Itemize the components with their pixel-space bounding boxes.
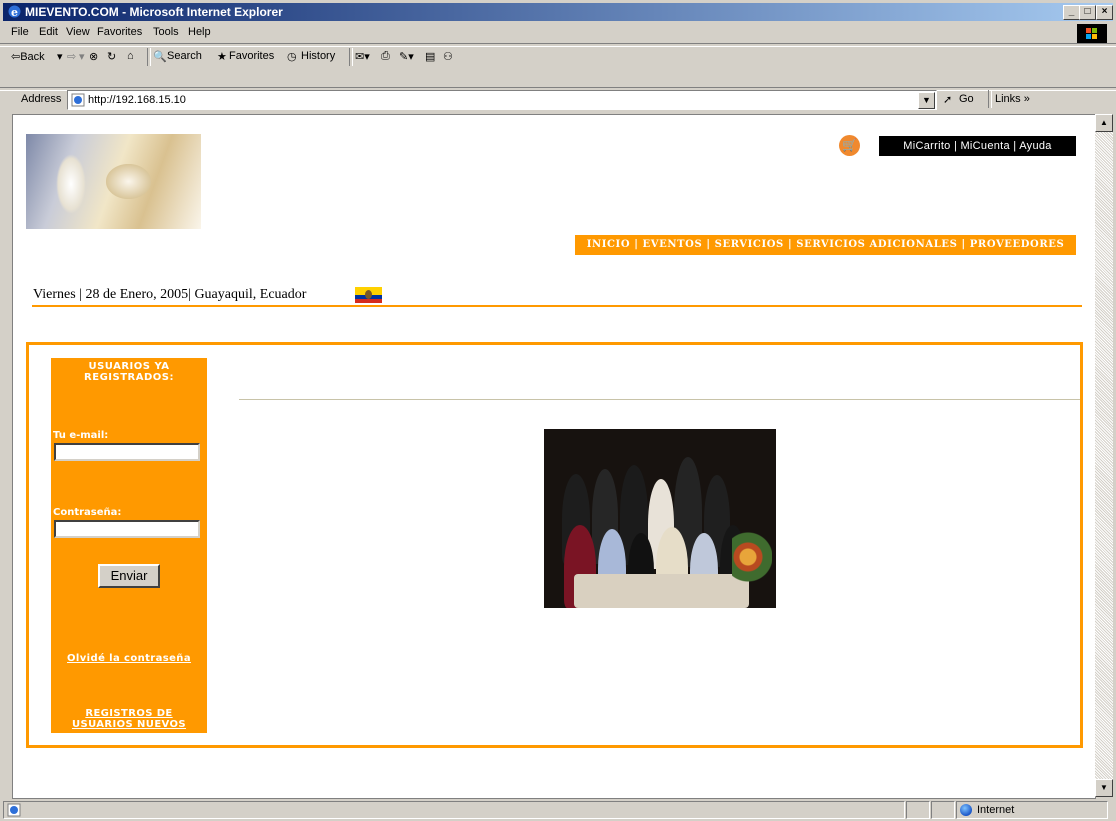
submit-button[interactable]: Enviar [98,564,160,588]
scroll-down-icon[interactable]: ▼ [1095,779,1113,797]
menu-bar: File Edit View Favorites Tools Help [3,23,1113,44]
login-title-line1: USUARIOS YA [88,361,170,372]
menu-edit[interactable]: Edit [39,26,58,38]
event-photo [544,429,776,608]
email-label: Tu e-mail: [53,430,109,441]
windows-logo-icon [1077,24,1107,44]
header-divider [32,305,1082,307]
address-label: Address [21,93,62,105]
close-button[interactable]: × [1096,5,1113,20]
favorites-icon[interactable]: ★ [217,50,227,63]
page-viewport: 🛒 MiCarrito | MiCuenta | Ayuda INICIO | … [12,114,1096,799]
account-links[interactable]: MiCarrito | MiCuenta | Ayuda [879,136,1076,156]
login-sidebar: USUARIOS YA REGISTRADOS: Tu e-mail: Cont… [51,358,207,733]
password-field[interactable] [54,520,200,538]
email-field[interactable] [54,443,200,461]
forward-dropdown-icon[interactable]: ▾ [79,50,85,63]
security-zone-panel: Internet [956,801,1108,819]
site-logo-image [26,134,201,229]
content-divider [239,399,1080,400]
address-dropdown-icon[interactable]: ▼ [918,92,935,109]
login-title: USUARIOS YA REGISTRADOS: [51,361,207,383]
scroll-up-icon[interactable]: ▲ [1095,114,1113,132]
register-link-line2[interactable]: USUARIOS NUEVOS [51,719,207,730]
ecuador-flag-icon [355,287,382,303]
browser-window: e MIEVENTO.COM - Microsoft Internet Expl… [0,0,1116,821]
status-panel [906,801,930,819]
go-button[interactable]: Go [959,93,974,105]
history-icon[interactable]: ◷ [287,50,297,63]
globe-icon [960,804,972,816]
security-zone: Internet [977,804,1015,816]
favorites-button[interactable]: Favorites [229,50,274,62]
messenger-icon[interactable]: ⚇ [443,50,453,63]
page-icon [71,93,85,107]
search-button[interactable]: Search [167,50,202,62]
window-title: MIEVENTO.COM - Microsoft Internet Explor… [25,5,283,19]
back-button[interactable]: ⇦Back [11,50,45,63]
maximize-button[interactable]: □ [1079,5,1096,20]
refresh-icon[interactable]: ↻ [107,50,116,63]
address-input[interactable]: http://192.168.15.10 ▼ [67,90,937,110]
register-link-line1[interactable]: REGISTROS DE [51,708,207,719]
status-bar: Internet [3,800,1113,819]
status-panel [931,801,955,819]
vertical-scrollbar[interactable]: ▲ ▼ [1095,114,1113,797]
address-separator [988,90,992,108]
register-link[interactable]: REGISTROS DE USUARIOS NUEVOS [51,708,207,730]
links-button[interactable]: Links » [995,93,1030,105]
login-title-line2: REGISTRADOS: [84,372,174,383]
home-icon[interactable]: ⌂ [127,50,134,62]
search-icon[interactable]: 🔍 [153,50,167,63]
date-location: Viernes | 28 de Enero, 2005| Guayaquil, … [33,287,307,302]
password-label: Contraseña: [53,507,122,518]
ie-logo-icon: e [8,5,21,19]
menu-favorites[interactable]: Favorites [97,26,142,38]
minimize-button[interactable]: _ [1063,5,1080,20]
go-icon[interactable]: ➚ [943,93,952,106]
shopping-cart-icon[interactable]: 🛒 [839,135,860,156]
back-dropdown-icon[interactable]: ▾ [57,50,63,63]
discuss-icon[interactable]: ▤ [425,50,435,63]
forward-button[interactable]: ⇨ [67,50,76,63]
page-status-icon [7,803,21,817]
main-navigation[interactable]: INICIO | EVENTOS | SERVICIOS | SERVICIOS… [575,235,1076,255]
address-url: http://192.168.15.10 [88,94,186,106]
address-bar: Address http://192.168.15.10 ▼ ➚ Go Link… [3,90,1113,110]
svg-text:e: e [11,6,18,19]
menu-view[interactable]: View [66,26,90,38]
edit-icon[interactable]: ✎▾ [399,50,414,63]
print-icon[interactable]: ⎙ [381,50,390,63]
menu-tools[interactable]: Tools [153,26,179,38]
history-button[interactable]: History [301,50,335,62]
status-text-panel [3,801,905,819]
toolbar-separator [349,48,353,66]
toolbar-separator [147,48,151,66]
content-panel: USUARIOS YA REGISTRADOS: Tu e-mail: Cont… [26,342,1083,748]
forgot-password-link[interactable]: Olvidé la contraseña [51,653,207,664]
stop-icon[interactable]: ⊗ [89,50,98,63]
title-bar: e MIEVENTO.COM - Microsoft Internet Expl… [3,3,1113,21]
menu-help[interactable]: Help [188,26,211,38]
mail-icon[interactable]: ✉▾ [355,50,370,63]
standard-toolbar: ⇦Back ▾ ⇨ ▾ ⊗ ↻ ⌂ 🔍 Search ★ Favorites ◷… [3,46,1113,68]
menu-file[interactable]: File [11,26,29,38]
